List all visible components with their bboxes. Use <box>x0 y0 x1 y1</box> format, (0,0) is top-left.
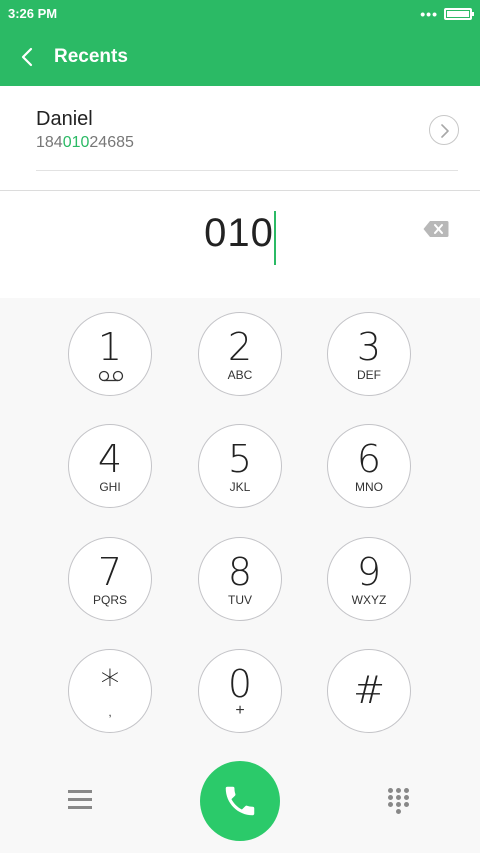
key-digit: * <box>100 662 120 706</box>
recent-contact-row[interactable]: Daniel 18401024685 <box>0 86 480 190</box>
key-letters: JKL <box>229 480 251 494</box>
key-letters: MNO <box>355 480 383 494</box>
menu-icon[interactable] <box>68 790 92 810</box>
battery-icon <box>444 8 474 20</box>
key-9[interactable]: 9 WXYZ <box>327 537 411 621</box>
key-digit: 0 <box>227 662 253 706</box>
key-letters: ABC <box>227 368 253 382</box>
dial-input-area[interactable]: 010 <box>0 190 480 298</box>
dial-input[interactable]: 010 <box>204 211 274 256</box>
key-1[interactable]: 1 <box>68 312 152 396</box>
back-button[interactable] <box>16 42 40 72</box>
bottom-action-bar <box>0 748 480 853</box>
key-digit: 7 <box>97 550 123 594</box>
number-match-highlight: 010 <box>62 134 90 151</box>
contact-name: Daniel <box>36 108 93 130</box>
key-digit: 1 <box>97 325 123 369</box>
text-cursor <box>273 210 276 265</box>
status-bar: 3:26 PM ••• <box>0 0 480 28</box>
key-2[interactable]: 2 ABC <box>198 312 282 396</box>
key-letters: , <box>108 705 112 719</box>
key-letters: WXYZ <box>351 593 387 607</box>
key-7[interactable]: 7 PQRS <box>68 537 152 621</box>
key-star[interactable]: * , <box>68 649 152 733</box>
key-6[interactable]: 6 MNO <box>327 424 411 508</box>
key-digit: 2 <box>227 325 253 369</box>
backspace-icon <box>423 221 449 237</box>
key-digit: 9 <box>356 550 382 594</box>
page-title: Recents <box>54 46 128 67</box>
key-hash[interactable]: # <box>327 649 411 733</box>
number-suffix: 24685 <box>89 134 134 151</box>
key-letters: TUV <box>228 593 252 607</box>
call-button[interactable] <box>200 761 280 841</box>
app-bar: Recents <box>0 28 480 86</box>
key-digit: 3 <box>356 325 382 369</box>
dialpad-icon[interactable] <box>388 788 412 814</box>
key-5[interactable]: 5 JKL <box>198 424 282 508</box>
number-prefix: 184 <box>36 134 63 151</box>
chevron-right-icon <box>441 124 449 138</box>
dial-keypad: 1 2 ABC 3 DEF 4 GHI 5 JKL 6 MNO 7 PQRS 8… <box>0 298 480 748</box>
more-indicator: ••• <box>420 6 438 22</box>
key-digit: 6 <box>356 437 382 481</box>
backspace-button[interactable] <box>423 220 449 238</box>
voicemail-icon <box>98 370 124 382</box>
key-digit: 8 <box>227 550 253 594</box>
key-4[interactable]: 4 GHI <box>68 424 152 508</box>
key-8[interactable]: 8 TUV <box>198 537 282 621</box>
key-letters: GHI <box>99 480 121 494</box>
key-digit: 5 <box>227 437 253 481</box>
phone-icon <box>225 786 255 816</box>
status-time: 3:26 PM <box>8 6 58 21</box>
key-letters: DEF <box>357 368 381 382</box>
key-letters: PQRS <box>92 593 127 607</box>
chevron-left-icon <box>21 47 33 67</box>
key-digit: # <box>353 668 385 712</box>
key-0[interactable]: 0 + <box>198 649 282 733</box>
key-3[interactable]: 3 DEF <box>327 312 411 396</box>
row-divider <box>36 170 458 171</box>
key-digit: 4 <box>97 437 123 481</box>
contact-number: 18401024685 <box>36 134 134 152</box>
key-letters: + <box>235 702 245 719</box>
contact-detail-button[interactable] <box>429 115 459 145</box>
